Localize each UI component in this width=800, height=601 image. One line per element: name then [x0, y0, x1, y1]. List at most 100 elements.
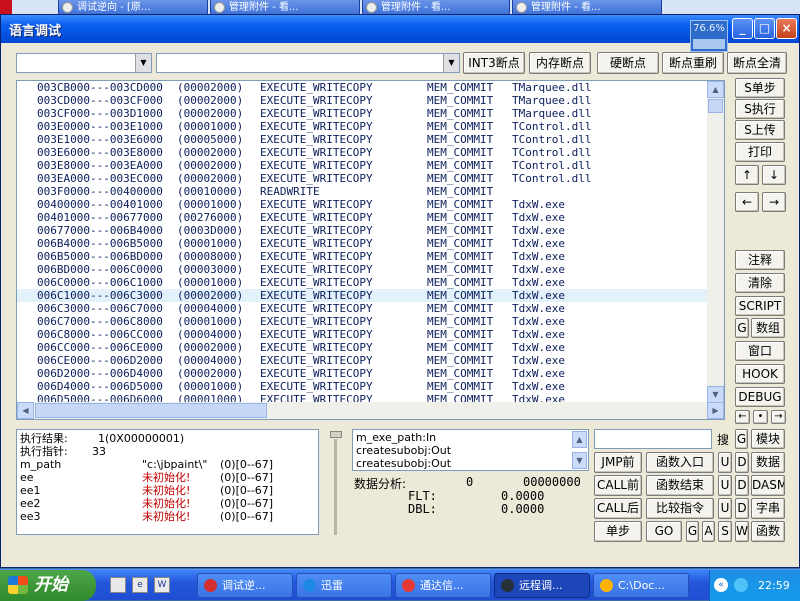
memory-row[interactable]: 006B4000---006B5000 (00001000) EXECUTE_WRI… [17, 237, 707, 250]
script-button[interactable]: SCRIPT [735, 296, 785, 316]
taskbar-item[interactable]: 远程调... [494, 573, 590, 598]
maximize-button[interactable]: □ [754, 18, 775, 39]
memory-row[interactable]: 003E1000---003E6000 (00005000) EXECUTE_WRI… [17, 133, 707, 146]
word-icon[interactable]: W [154, 577, 170, 593]
move-left-button[interactable]: ← [735, 192, 759, 212]
desktop-icon[interactable] [110, 577, 126, 593]
int3-breakpoint-button[interactable]: INT3断点 [463, 52, 525, 74]
memory-row[interactable]: 00677000---006B4000 (0003D000) EXECUTE_WRI… [17, 224, 707, 237]
memory-row[interactable]: 006C1000---006C3000 (00002000) EXECUTE_WRI… [17, 289, 707, 302]
memory-row[interactable]: 006C0000---006C1000 (00001000) EXECUTE_WRI… [17, 276, 707, 289]
d-button-1[interactable]: D [735, 452, 749, 473]
call-prev-button[interactable]: CALL前 [594, 475, 642, 496]
a-button[interactable]: A [702, 521, 715, 542]
memory-row[interactable]: 006CE000---006D2000 (00004000) EXECUTE_WRI… [17, 354, 707, 367]
memory-row[interactable]: 006BD000---006C0000 (00003000) EXECUTE_WRI… [17, 263, 707, 276]
s-exec-button[interactable]: S执行 [735, 99, 785, 119]
g-run-button[interactable]: G [686, 521, 699, 542]
memory-row[interactable]: 006B5000---006BD000 (00008000) EXECUTE_WRI… [17, 250, 707, 263]
browser-icon[interactable]: e [132, 577, 148, 593]
func-end-button[interactable]: 函数结束 [646, 475, 714, 496]
nav-center-button[interactable]: • [753, 410, 768, 424]
memory-row[interactable]: 00401000---00677000 (00276000) EXECUTE_WRI… [17, 211, 707, 224]
memory-map-list[interactable]: 003CB000---003CD000 (00002000) EXECUTE_WRI… [16, 80, 725, 420]
jmp-prev-button[interactable]: JMP前 [594, 452, 642, 473]
memory-row[interactable]: 003CB000---003CD000 (00002000) EXECUTE_WRI… [17, 81, 707, 94]
u-button-2[interactable]: U [718, 475, 732, 496]
variables-panel[interactable]: 执行结果: 1(0X00000001) 执行指针: 33 m_path "c:\j… [16, 429, 319, 535]
scroll-right-icon[interactable]: ▶ [707, 402, 724, 419]
vertical-scrollbar[interactable]: ▲ ▼ [707, 81, 724, 403]
scroll-down-icon[interactable]: ▼ [707, 386, 724, 403]
s-upload-button[interactable]: S上传 [735, 120, 785, 140]
start-button[interactable]: 开始 [0, 570, 96, 601]
memory-row[interactable]: 003E6000---003E8000 (00002000) EXECUTE_WRI… [17, 146, 707, 159]
memory-row[interactable]: 006D4000---006D5000 (00001000) EXECUTE_WRI… [17, 380, 707, 393]
g-search-button[interactable]: G [735, 429, 748, 449]
hook-button[interactable]: HOOK [735, 364, 785, 384]
close-button[interactable]: × [776, 18, 797, 39]
s-step-button[interactable]: S单步 [735, 78, 785, 98]
move-down-button[interactable]: ↓ [762, 165, 786, 185]
module-button[interactable]: 模块 [751, 429, 785, 449]
data-button[interactable]: 数据 [751, 452, 785, 473]
window-button[interactable]: 窗口 [735, 341, 785, 361]
memory-row[interactable]: 003CF000---003D1000 (00002000) EXECUTE_WRI… [17, 107, 707, 120]
address-select[interactable]: ▼ [156, 53, 460, 73]
w-button[interactable]: W [735, 521, 749, 542]
horizontal-scroll-thumb[interactable] [35, 403, 267, 418]
memory-row[interactable]: 006C8000---006CC000 (00004000) EXECUTE_WRI… [17, 328, 707, 341]
network-icon[interactable] [734, 578, 748, 592]
horizontal-scrollbar[interactable]: ◀ ▶ [17, 402, 724, 419]
d-button-2[interactable]: D [735, 475, 749, 496]
taskbar-item[interactable]: C:\Doc... [593, 573, 689, 598]
taskbar-item[interactable]: 迅雷 [296, 573, 392, 598]
call-scroll-up-icon[interactable]: ▲ [572, 431, 587, 448]
memory-row[interactable]: 006C3000---006C7000 (00004000) EXECUTE_WRI… [17, 302, 707, 315]
chevron-down-icon[interactable]: ▼ [135, 54, 151, 72]
memory-row[interactable]: 003E8000---003EA000 (00002000) EXECUTE_WRI… [17, 159, 707, 172]
move-up-button[interactable]: ↑ [735, 165, 759, 185]
go-button[interactable]: GO [646, 521, 682, 542]
array-button[interactable]: 数组 [751, 318, 785, 338]
comment-button[interactable]: 注释 [735, 250, 785, 270]
memory-breakpoint-button[interactable]: 内存断点 [529, 52, 591, 74]
title-bar[interactable]: 语言调试 76.6% _ □ × [1, 15, 799, 52]
hardware-breakpoint-button[interactable]: 硬断点 [597, 52, 659, 74]
memory-row[interactable]: 006C7000---006C8000 (00001000) EXECUTE_WRI… [17, 315, 707, 328]
breakpoint-refresh-button[interactable]: 断点重刷 [662, 52, 724, 74]
scroll-left-icon[interactable]: ◀ [17, 402, 34, 419]
minimize-button[interactable]: _ [732, 18, 753, 39]
taskbar-item[interactable]: 调试逆... [197, 573, 293, 598]
print-button[interactable]: 打印 [735, 142, 785, 162]
memory-row[interactable]: 003F0000---00400000 (00010000) READWRITE ME… [17, 185, 707, 198]
memory-row[interactable]: 003CD000---003CF000 (00002000) EXECUTE_WRI… [17, 94, 707, 107]
taskbar-item[interactable]: 通达信... [395, 573, 491, 598]
clock[interactable]: 22:59 [758, 579, 790, 592]
scroll-up-icon[interactable]: ▲ [707, 81, 724, 98]
search-input[interactable] [594, 429, 712, 449]
memory-row[interactable]: 00400000---00401000 (00001000) EXECUTE_WRI… [17, 198, 707, 211]
memory-row[interactable]: 006D2000---006D4000 (00002000) EXECUTE_WRI… [17, 367, 707, 380]
memory-row[interactable]: 003EA000---003EC000 (00002000) EXECUTE_WRI… [17, 172, 707, 185]
function-button[interactable]: 函数 [751, 521, 785, 542]
s-button[interactable]: S [718, 521, 732, 542]
call-next-button[interactable]: CALL后 [594, 498, 642, 519]
step-button[interactable]: 单步 [594, 521, 642, 542]
dasm-button[interactable]: DASM [751, 475, 785, 496]
u-button-1[interactable]: U [718, 452, 732, 473]
string-button[interactable]: 字串 [751, 498, 785, 519]
debug-button[interactable]: DEBUG [735, 387, 785, 407]
clear-button[interactable]: 清除 [735, 273, 785, 293]
module-select[interactable]: ▼ [16, 53, 152, 73]
splitter-track[interactable] [329, 431, 342, 535]
memory-row[interactable]: 006CC000---006CE000 (00002000) EXECUTE_WRI… [17, 341, 707, 354]
chevron-down-icon[interactable]: ▼ [443, 54, 459, 72]
call-scroll-down-icon[interactable]: ▼ [572, 452, 587, 469]
nav-left-button[interactable]: ← [735, 410, 750, 424]
splitter-handle[interactable] [330, 431, 342, 438]
d-button-3[interactable]: D [735, 498, 749, 519]
tray-arrow-icon[interactable]: « [714, 578, 728, 592]
breakpoint-clear-button[interactable]: 断点全清 [727, 52, 787, 74]
move-right-button[interactable]: → [762, 192, 786, 212]
